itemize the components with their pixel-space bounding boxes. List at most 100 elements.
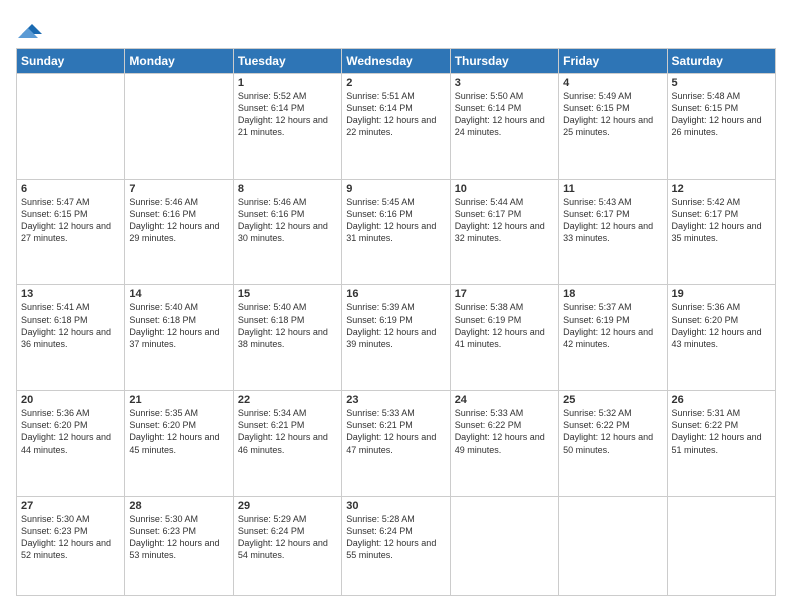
day-number: 4 bbox=[563, 77, 662, 89]
day-info: Sunrise: 5:52 AM Sunset: 6:14 PM Dayligh… bbox=[238, 90, 337, 139]
weekday-header-saturday: Saturday bbox=[667, 49, 775, 74]
calendar-cell: 4Sunrise: 5:49 AM Sunset: 6:15 PM Daylig… bbox=[559, 74, 667, 180]
day-info: Sunrise: 5:40 AM Sunset: 6:18 PM Dayligh… bbox=[129, 301, 228, 350]
weekday-header-tuesday: Tuesday bbox=[233, 49, 341, 74]
weekday-header-row: SundayMondayTuesdayWednesdayThursdayFrid… bbox=[17, 49, 776, 74]
calendar-week-1: 6Sunrise: 5:47 AM Sunset: 6:15 PM Daylig… bbox=[17, 179, 776, 285]
calendar-cell: 21Sunrise: 5:35 AM Sunset: 6:20 PM Dayli… bbox=[125, 391, 233, 497]
day-info: Sunrise: 5:44 AM Sunset: 6:17 PM Dayligh… bbox=[455, 196, 554, 245]
calendar-cell bbox=[17, 74, 125, 180]
calendar-week-2: 13Sunrise: 5:41 AM Sunset: 6:18 PM Dayli… bbox=[17, 285, 776, 391]
weekday-header-friday: Friday bbox=[559, 49, 667, 74]
day-info: Sunrise: 5:43 AM Sunset: 6:17 PM Dayligh… bbox=[563, 196, 662, 245]
calendar-cell: 8Sunrise: 5:46 AM Sunset: 6:16 PM Daylig… bbox=[233, 179, 341, 285]
calendar-cell: 25Sunrise: 5:32 AM Sunset: 6:22 PM Dayli… bbox=[559, 391, 667, 497]
logo-icon bbox=[18, 16, 42, 40]
calendar-cell: 15Sunrise: 5:40 AM Sunset: 6:18 PM Dayli… bbox=[233, 285, 341, 391]
day-info: Sunrise: 5:30 AM Sunset: 6:23 PM Dayligh… bbox=[21, 513, 120, 562]
calendar-cell: 6Sunrise: 5:47 AM Sunset: 6:15 PM Daylig… bbox=[17, 179, 125, 285]
day-number: 25 bbox=[563, 394, 662, 406]
calendar-cell: 1Sunrise: 5:52 AM Sunset: 6:14 PM Daylig… bbox=[233, 74, 341, 180]
day-number: 26 bbox=[672, 394, 771, 406]
day-info: Sunrise: 5:49 AM Sunset: 6:15 PM Dayligh… bbox=[563, 90, 662, 139]
day-number: 22 bbox=[238, 394, 337, 406]
calendar-cell: 30Sunrise: 5:28 AM Sunset: 6:24 PM Dayli… bbox=[342, 496, 450, 595]
day-info: Sunrise: 5:29 AM Sunset: 6:24 PM Dayligh… bbox=[238, 513, 337, 562]
day-number: 27 bbox=[21, 500, 120, 512]
calendar-week-0: 1Sunrise: 5:52 AM Sunset: 6:14 PM Daylig… bbox=[17, 74, 776, 180]
calendar-cell: 13Sunrise: 5:41 AM Sunset: 6:18 PM Dayli… bbox=[17, 285, 125, 391]
day-info: Sunrise: 5:37 AM Sunset: 6:19 PM Dayligh… bbox=[563, 301, 662, 350]
calendar-table: SundayMondayTuesdayWednesdayThursdayFrid… bbox=[16, 48, 776, 596]
day-number: 12 bbox=[672, 183, 771, 195]
day-number: 8 bbox=[238, 183, 337, 195]
calendar-cell: 18Sunrise: 5:37 AM Sunset: 6:19 PM Dayli… bbox=[559, 285, 667, 391]
day-info: Sunrise: 5:40 AM Sunset: 6:18 PM Dayligh… bbox=[238, 301, 337, 350]
day-number: 13 bbox=[21, 288, 120, 300]
calendar-cell bbox=[559, 496, 667, 595]
day-info: Sunrise: 5:45 AM Sunset: 6:16 PM Dayligh… bbox=[346, 196, 445, 245]
calendar-cell bbox=[450, 496, 558, 595]
day-info: Sunrise: 5:36 AM Sunset: 6:20 PM Dayligh… bbox=[672, 301, 771, 350]
day-info: Sunrise: 5:30 AM Sunset: 6:23 PM Dayligh… bbox=[129, 513, 228, 562]
calendar-cell: 7Sunrise: 5:46 AM Sunset: 6:16 PM Daylig… bbox=[125, 179, 233, 285]
day-number: 29 bbox=[238, 500, 337, 512]
calendar-cell bbox=[125, 74, 233, 180]
day-info: Sunrise: 5:46 AM Sunset: 6:16 PM Dayligh… bbox=[129, 196, 228, 245]
day-number: 28 bbox=[129, 500, 228, 512]
calendar-cell: 16Sunrise: 5:39 AM Sunset: 6:19 PM Dayli… bbox=[342, 285, 450, 391]
weekday-header-wednesday: Wednesday bbox=[342, 49, 450, 74]
calendar-cell: 28Sunrise: 5:30 AM Sunset: 6:23 PM Dayli… bbox=[125, 496, 233, 595]
day-number: 14 bbox=[129, 288, 228, 300]
logo bbox=[16, 16, 42, 40]
header bbox=[16, 16, 776, 40]
day-info: Sunrise: 5:38 AM Sunset: 6:19 PM Dayligh… bbox=[455, 301, 554, 350]
calendar-cell: 22Sunrise: 5:34 AM Sunset: 6:21 PM Dayli… bbox=[233, 391, 341, 497]
day-number: 21 bbox=[129, 394, 228, 406]
day-number: 9 bbox=[346, 183, 445, 195]
day-info: Sunrise: 5:48 AM Sunset: 6:15 PM Dayligh… bbox=[672, 90, 771, 139]
calendar-cell: 26Sunrise: 5:31 AM Sunset: 6:22 PM Dayli… bbox=[667, 391, 775, 497]
calendar-cell: 17Sunrise: 5:38 AM Sunset: 6:19 PM Dayli… bbox=[450, 285, 558, 391]
day-info: Sunrise: 5:39 AM Sunset: 6:19 PM Dayligh… bbox=[346, 301, 445, 350]
day-info: Sunrise: 5:33 AM Sunset: 6:21 PM Dayligh… bbox=[346, 407, 445, 456]
calendar-cell: 29Sunrise: 5:29 AM Sunset: 6:24 PM Dayli… bbox=[233, 496, 341, 595]
day-info: Sunrise: 5:36 AM Sunset: 6:20 PM Dayligh… bbox=[21, 407, 120, 456]
calendar-week-4: 27Sunrise: 5:30 AM Sunset: 6:23 PM Dayli… bbox=[17, 496, 776, 595]
day-number: 10 bbox=[455, 183, 554, 195]
day-number: 7 bbox=[129, 183, 228, 195]
day-number: 30 bbox=[346, 500, 445, 512]
day-info: Sunrise: 5:34 AM Sunset: 6:21 PM Dayligh… bbox=[238, 407, 337, 456]
day-info: Sunrise: 5:31 AM Sunset: 6:22 PM Dayligh… bbox=[672, 407, 771, 456]
day-number: 17 bbox=[455, 288, 554, 300]
day-info: Sunrise: 5:33 AM Sunset: 6:22 PM Dayligh… bbox=[455, 407, 554, 456]
day-info: Sunrise: 5:51 AM Sunset: 6:14 PM Dayligh… bbox=[346, 90, 445, 139]
day-info: Sunrise: 5:42 AM Sunset: 6:17 PM Dayligh… bbox=[672, 196, 771, 245]
calendar-cell bbox=[667, 496, 775, 595]
day-number: 2 bbox=[346, 77, 445, 89]
calendar-cell: 2Sunrise: 5:51 AM Sunset: 6:14 PM Daylig… bbox=[342, 74, 450, 180]
day-info: Sunrise: 5:46 AM Sunset: 6:16 PM Dayligh… bbox=[238, 196, 337, 245]
page: SundayMondayTuesdayWednesdayThursdayFrid… bbox=[0, 0, 792, 612]
weekday-header-thursday: Thursday bbox=[450, 49, 558, 74]
day-info: Sunrise: 5:28 AM Sunset: 6:24 PM Dayligh… bbox=[346, 513, 445, 562]
calendar-cell: 10Sunrise: 5:44 AM Sunset: 6:17 PM Dayli… bbox=[450, 179, 558, 285]
calendar-cell: 27Sunrise: 5:30 AM Sunset: 6:23 PM Dayli… bbox=[17, 496, 125, 595]
calendar-cell: 9Sunrise: 5:45 AM Sunset: 6:16 PM Daylig… bbox=[342, 179, 450, 285]
calendar-cell: 3Sunrise: 5:50 AM Sunset: 6:14 PM Daylig… bbox=[450, 74, 558, 180]
calendar-cell: 19Sunrise: 5:36 AM Sunset: 6:20 PM Dayli… bbox=[667, 285, 775, 391]
logo-text bbox=[16, 16, 42, 40]
calendar-cell: 14Sunrise: 5:40 AM Sunset: 6:18 PM Dayli… bbox=[125, 285, 233, 391]
weekday-header-sunday: Sunday bbox=[17, 49, 125, 74]
day-number: 11 bbox=[563, 183, 662, 195]
day-number: 3 bbox=[455, 77, 554, 89]
calendar-cell: 12Sunrise: 5:42 AM Sunset: 6:17 PM Dayli… bbox=[667, 179, 775, 285]
day-info: Sunrise: 5:32 AM Sunset: 6:22 PM Dayligh… bbox=[563, 407, 662, 456]
calendar-cell: 24Sunrise: 5:33 AM Sunset: 6:22 PM Dayli… bbox=[450, 391, 558, 497]
day-number: 20 bbox=[21, 394, 120, 406]
day-number: 19 bbox=[672, 288, 771, 300]
day-info: Sunrise: 5:35 AM Sunset: 6:20 PM Dayligh… bbox=[129, 407, 228, 456]
day-info: Sunrise: 5:50 AM Sunset: 6:14 PM Dayligh… bbox=[455, 90, 554, 139]
day-number: 16 bbox=[346, 288, 445, 300]
day-number: 6 bbox=[21, 183, 120, 195]
